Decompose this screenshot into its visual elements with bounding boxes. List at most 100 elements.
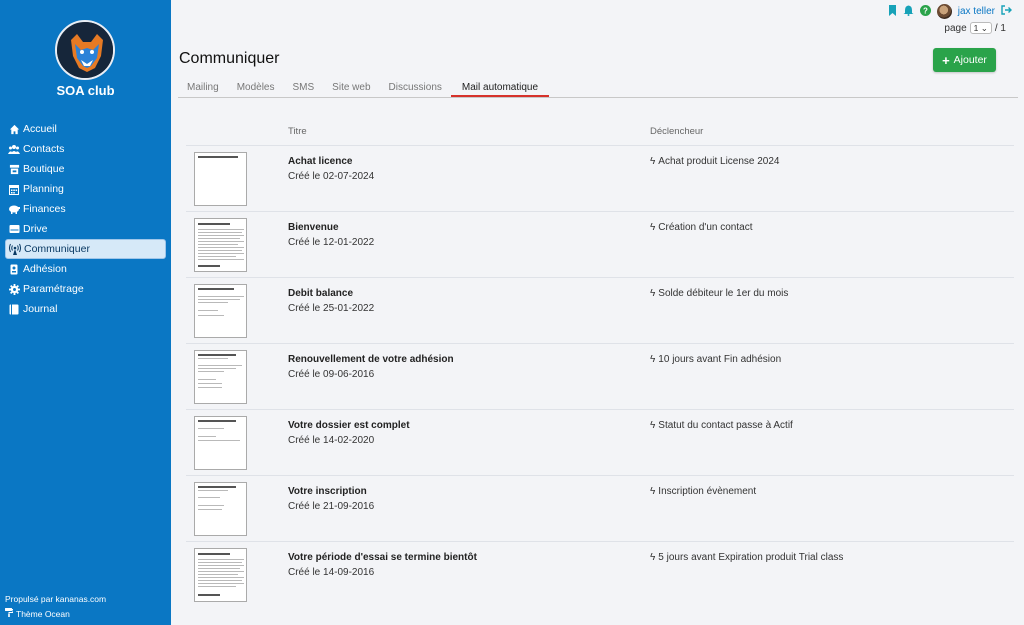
tab-bar: Mailing Modèles SMS Site web Discussions… xyxy=(178,80,1018,98)
sidebar-item-label: Contacts xyxy=(23,143,65,155)
logout-icon[interactable] xyxy=(1001,5,1012,18)
sidebar-item-parametrage[interactable]: Paramétrage xyxy=(5,279,166,299)
calendar-icon xyxy=(8,183,20,195)
page-select-value: 1 xyxy=(973,23,979,33)
sidebar-item-label: Paramétrage xyxy=(23,283,84,295)
mail-title[interactable]: Votre période d'essai se termine bientôt xyxy=(288,552,477,563)
topbar: ? jax teller xyxy=(888,4,1012,19)
sidebar-item-adhesion[interactable]: Adhésion xyxy=(5,259,166,279)
sidebar-item-label: Communiquer xyxy=(24,243,90,255)
paint-roller-icon xyxy=(5,608,14,619)
chevron-down-icon: ⌄ xyxy=(980,23,988,33)
trigger-label: 10 jours avant Fin adhésion xyxy=(658,354,782,365)
email-preview-thumbnail[interactable] xyxy=(194,416,247,470)
plus-icon: + xyxy=(942,52,950,68)
bell-icon[interactable] xyxy=(903,5,914,19)
trigger-label: Création d'un contact xyxy=(658,222,753,233)
bolt-icon: ϟ xyxy=(650,486,656,497)
table-row[interactable]: Bienvenue Créé le 12-01-2022 ϟ Création d… xyxy=(186,211,1014,277)
page-title: Communiquer xyxy=(179,50,280,67)
sidebar-item-planning[interactable]: Planning xyxy=(5,179,166,199)
sidebar-item-drive[interactable]: Drive xyxy=(5,219,166,239)
bookmark-icon[interactable] xyxy=(888,4,897,19)
store-icon xyxy=(8,163,20,175)
pager: page 1 ⌄ / 1 xyxy=(944,22,1006,34)
mail-trigger: ϟ Statut du contact passe à Actif xyxy=(650,420,793,431)
sidebar-item-communiquer[interactable]: Communiquer xyxy=(5,239,166,259)
trigger-label: Statut du contact passe à Actif xyxy=(658,420,793,431)
tab-mailing[interactable]: Mailing xyxy=(178,80,228,97)
sidebar-item-boutique[interactable]: Boutique xyxy=(5,159,166,179)
tab-sms[interactable]: SMS xyxy=(284,80,324,97)
sidebar-item-accueil[interactable]: Accueil xyxy=(5,119,166,139)
book-icon xyxy=(8,303,20,315)
email-preview-thumbnail[interactable] xyxy=(194,350,247,404)
table-row[interactable]: Debit balance Créé le 25-01-2022 ϟ Solde … xyxy=(186,277,1014,343)
email-preview-thumbnail[interactable] xyxy=(194,152,247,206)
tab-discussions[interactable]: Discussions xyxy=(380,80,451,97)
tab-modeles[interactable]: Modèles xyxy=(228,80,284,97)
bolt-icon: ϟ xyxy=(650,354,656,365)
column-header-trigger: Déclencheur xyxy=(650,126,704,137)
table-row[interactable]: Votre dossier est complet Créé le 14-02-… xyxy=(186,409,1014,475)
mail-trigger: ϟ Achat produit License 2024 xyxy=(650,156,780,167)
table-row[interactable]: Renouvellement de votre adhésion Créé le… xyxy=(186,343,1014,409)
piggy-bank-icon xyxy=(8,203,20,215)
add-button[interactable]: + Ajouter xyxy=(933,48,996,72)
help-icon[interactable]: ? xyxy=(919,4,931,19)
mail-date: Créé le 02-07-2024 xyxy=(288,171,375,182)
svg-text:?: ? xyxy=(923,6,928,15)
trigger-label: 5 jours avant Expiration produit Trial c… xyxy=(658,552,844,563)
avatar[interactable] xyxy=(936,4,952,19)
sidebar-item-contacts[interactable]: Contacts xyxy=(5,139,166,159)
trigger-label: Inscription évènement xyxy=(658,486,757,497)
page-select[interactable]: 1 ⌄ xyxy=(969,22,992,34)
email-preview-thumbnail[interactable] xyxy=(194,548,247,602)
id-card-icon xyxy=(8,263,20,275)
tab-mail-automatique[interactable]: Mail automatique xyxy=(450,80,550,97)
mail-date: Créé le 21-09-2016 xyxy=(288,501,375,512)
table-row[interactable]: Votre inscription Créé le 21-09-2016 ϟ In… xyxy=(186,475,1014,541)
sidebar-item-label: Finances xyxy=(23,203,66,215)
users-icon xyxy=(8,143,20,155)
column-header-title: Titre xyxy=(288,126,307,137)
mail-trigger: ϟ 10 jours avant Fin adhésion xyxy=(650,354,781,365)
mail-trigger: ϟ Solde débiteur le 1er du mois xyxy=(650,288,788,299)
sidebar-item-finances[interactable]: Finances xyxy=(5,199,166,219)
theme-link[interactable]: Thème Ocean xyxy=(5,608,70,619)
broadcast-icon xyxy=(9,243,21,255)
mail-title[interactable]: Votre dossier est complet xyxy=(288,420,410,431)
club-name: SOA club xyxy=(56,83,115,98)
mail-title[interactable]: Renouvellement de votre adhésion xyxy=(288,354,454,365)
trigger-label: Achat produit License 2024 xyxy=(658,156,780,167)
tab-site-web[interactable]: Site web xyxy=(323,80,379,97)
sidebar-item-label: Drive xyxy=(23,223,48,235)
sidebar-item-label: Boutique xyxy=(23,163,65,175)
mail-trigger: ϟ Création d'un contact xyxy=(650,222,753,233)
home-icon xyxy=(8,123,20,135)
email-preview-thumbnail[interactable] xyxy=(194,284,247,338)
email-preview-thumbnail[interactable] xyxy=(194,482,247,536)
email-preview-thumbnail[interactable] xyxy=(194,218,247,272)
pager-label: page xyxy=(944,22,967,34)
powered-by-link[interactable]: Propulsé par kananas.com xyxy=(5,594,106,604)
bolt-icon: ϟ xyxy=(650,222,656,233)
mail-trigger: ϟ Inscription évènement xyxy=(650,486,756,497)
mail-trigger: ϟ5 jours avant Expiration produit Trial … xyxy=(650,552,843,563)
sidebar-item-label: Accueil xyxy=(23,123,57,135)
bolt-icon: ϟ xyxy=(650,288,656,299)
theme-label: Thème Ocean xyxy=(16,608,70,619)
sidebar: SOA club Accueil Contacts Boutique Plann… xyxy=(0,0,171,625)
mail-title[interactable]: Achat licence xyxy=(288,156,352,167)
user-name-link[interactable]: jax teller xyxy=(958,6,995,17)
automatic-mail-list: Achat licence Créé le 02-07-2024 ϟ Achat … xyxy=(186,145,1014,607)
mail-title[interactable]: Debit balance xyxy=(288,288,353,299)
sidebar-item-journal[interactable]: Journal xyxy=(5,299,166,319)
table-row[interactable]: Votre période d'essai se termine bientôt… xyxy=(186,541,1014,607)
mail-date: Créé le 12-01-2022 xyxy=(288,237,375,248)
mail-title[interactable]: Bienvenue xyxy=(288,222,339,233)
table-row[interactable]: Achat licence Créé le 02-07-2024 ϟ Achat … xyxy=(186,145,1014,211)
sidebar-nav: Accueil Contacts Boutique Planning Finan… xyxy=(0,119,171,319)
mail-title[interactable]: Votre inscription xyxy=(288,486,367,497)
club-logo[interactable] xyxy=(55,20,115,80)
